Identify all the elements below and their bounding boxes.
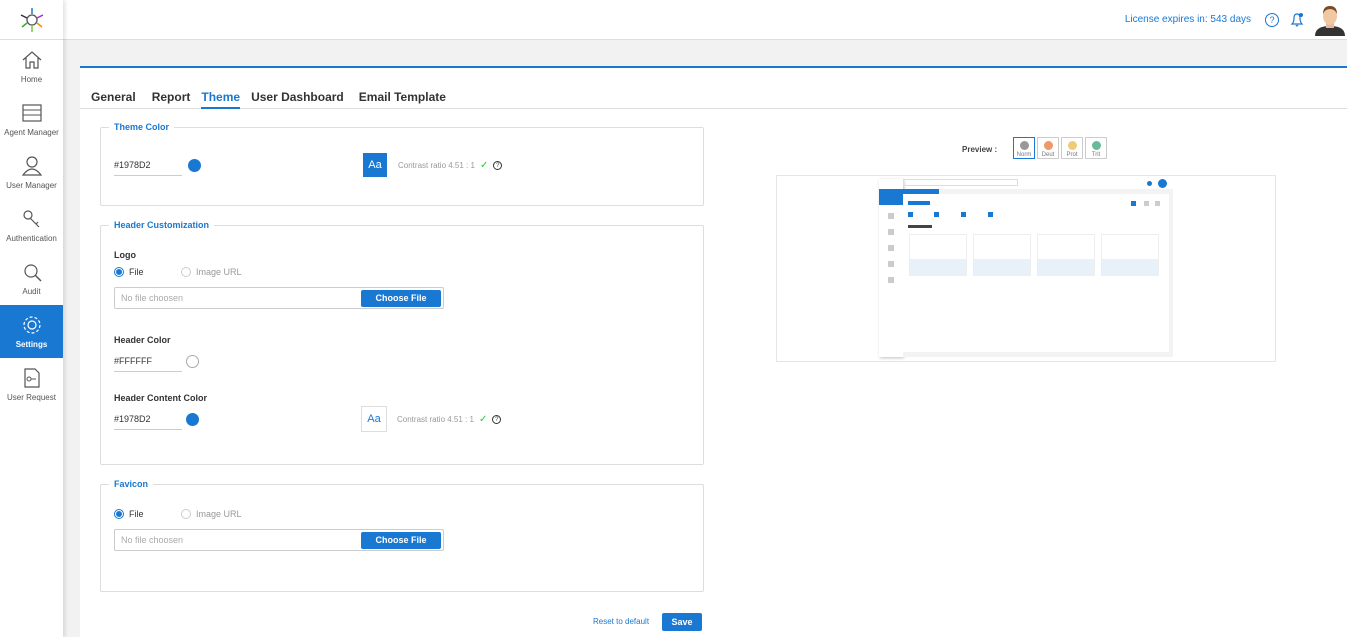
check-icon: ✓ <box>478 414 488 425</box>
contrast-text: Contrast ratio 4.51 : 1 <box>398 161 475 170</box>
bell-icon[interactable] <box>1289 12 1305 28</box>
sidebar-item-label: Settings <box>15 340 48 349</box>
top-header: License expires in: 543 days ? <box>63 0 1347 40</box>
tab-report[interactable]: Report <box>141 88 196 109</box>
preview-content <box>903 189 1173 357</box>
sidebar-item-label: Agent Manager <box>4 128 59 137</box>
sidebar-item-settings[interactable]: Settings <box>0 305 63 358</box>
settings-tabs: General Report Theme User Dashboard Emai… <box>80 88 1347 109</box>
logo-file-radio[interactable]: File <box>114 267 144 277</box>
sidebar-item-home[interactable]: Home <box>0 40 63 93</box>
avatar[interactable] <box>1315 4 1345 36</box>
user-icon <box>21 156 42 176</box>
check-icon: ✓ <box>479 160 489 171</box>
theme-color-swatch[interactable] <box>188 159 201 172</box>
contrast-ratio: Contrast ratio 4.51 : 1 ✓? <box>397 414 502 425</box>
preview-mode-norm[interactable]: Norm <box>1013 137 1035 159</box>
help-circle-icon[interactable]: ? <box>1265 12 1279 27</box>
help-icon[interactable]: ? <box>493 161 503 170</box>
license-expiry: License expires in: 543 days <box>1124 14 1251 25</box>
tab-theme[interactable]: Theme <box>201 88 241 109</box>
preview-sidebar <box>879 179 903 357</box>
choose-file-button[interactable]: Choose File <box>361 289 441 307</box>
file-placeholder: No file choosen <box>121 535 184 545</box>
favicon-file-radio[interactable]: File <box>114 509 144 519</box>
sidebar-item-agent-manager[interactable]: Agent Manager <box>0 93 63 146</box>
tab-email-template[interactable]: Email Template <box>349 88 451 109</box>
sidebar: Home Agent Manager User Manager Authenti… <box>0 0 63 637</box>
gear-icon <box>22 316 41 334</box>
content-color-swatch[interactable] <box>186 413 199 426</box>
preview-mode-prot[interactable]: Prot <box>1061 137 1083 159</box>
help-icon[interactable]: ? <box>492 415 502 424</box>
header-color-input[interactable]: #FFFFFF <box>114 356 182 372</box>
radio-label: File <box>129 509 144 519</box>
sidebar-item-user-manager[interactable]: User Manager <box>0 146 63 199</box>
favicon-section: Favicon File Image URL No file choosen Ch… <box>100 479 704 592</box>
contrast-preview: Aa <box>363 153 387 177</box>
radio-label: File <box>129 267 144 277</box>
tab-user-dashboard[interactable]: User Dashboard <box>240 88 349 109</box>
home-icon <box>22 51 41 69</box>
sidebar-item-authentication[interactable]: Authentication <box>0 199 63 252</box>
preview-search <box>903 179 1018 186</box>
preview-mode-deut[interactable]: Deut <box>1037 137 1059 159</box>
reset-to-default-link[interactable]: Reset to default <box>593 617 649 626</box>
preview-mode-trit[interactable]: Trit <box>1085 137 1107 159</box>
settings-panel: General Report Theme User Dashboard Emai… <box>80 66 1347 637</box>
contrast-preview: Aa <box>361 406 387 432</box>
theme-color-input[interactable]: #1978D2 <box>114 160 182 176</box>
content-color-input[interactable]: #1978D2 <box>114 414 182 430</box>
sidebar-item-user-request[interactable]: User Request <box>0 358 63 411</box>
header-color-swatch[interactable] <box>186 355 199 368</box>
logo-url-radio[interactable]: Image URL <box>181 267 242 277</box>
preview-label: Preview : <box>962 145 998 154</box>
save-button[interactable]: Save <box>662 613 702 631</box>
contrast-text: Contrast ratio 4.51 : 1 <box>397 415 474 424</box>
mode-label: Trit <box>1091 152 1101 158</box>
mode-label: Norm <box>1016 152 1032 158</box>
radio-label: Image URL <box>196 267 242 277</box>
theme-color-section: Theme Color #1978D2 Aa Contrast ratio 4.… <box>100 122 704 206</box>
radio-label: Image URL <box>196 509 242 519</box>
header-customization-section: Header Customization Logo File Image URL… <box>100 220 704 465</box>
content-color-label: Header Content Color <box>114 393 208 403</box>
sidebar-item-label: Audit <box>22 287 41 296</box>
sidebar-item-label: User Manager <box>6 181 57 190</box>
favicon-file-input[interactable]: No file choosen Choose File <box>114 529 444 551</box>
file-placeholder: No file choosen <box>121 293 184 303</box>
sidebar-item-label: Home <box>20 75 43 84</box>
choose-file-button[interactable]: Choose File <box>361 531 441 549</box>
sidebar-item-label: Authentication <box>6 234 57 243</box>
section-title: Header Customization <box>114 220 210 230</box>
sidebar-item-label: User Request <box>7 393 56 402</box>
logo-file-input[interactable]: No file choosen Choose File <box>114 287 444 309</box>
header-color-label: Header Color <box>114 335 171 345</box>
section-title: Favicon <box>114 479 149 489</box>
contrast-ratio: Contrast ratio 4.51 : 1 ✓? <box>398 160 503 171</box>
audit-icon <box>23 264 42 282</box>
theme-preview <box>776 175 1276 362</box>
document-key-icon <box>23 368 40 388</box>
logo-label: Logo <box>114 250 136 260</box>
tab-general[interactable]: General <box>80 88 141 109</box>
mode-label: Prot <box>1066 152 1078 158</box>
keys-icon <box>22 210 39 228</box>
mode-label: Deut <box>1041 152 1055 158</box>
section-title: Theme Color <box>114 122 170 132</box>
server-icon <box>21 104 42 122</box>
sidebar-item-audit[interactable]: Audit <box>0 252 63 305</box>
favicon-url-radio[interactable]: Image URL <box>181 509 242 519</box>
app-logo[interactable] <box>0 0 63 40</box>
color-blind-mode-selector: Norm Deut Prot Trit <box>1013 137 1107 159</box>
